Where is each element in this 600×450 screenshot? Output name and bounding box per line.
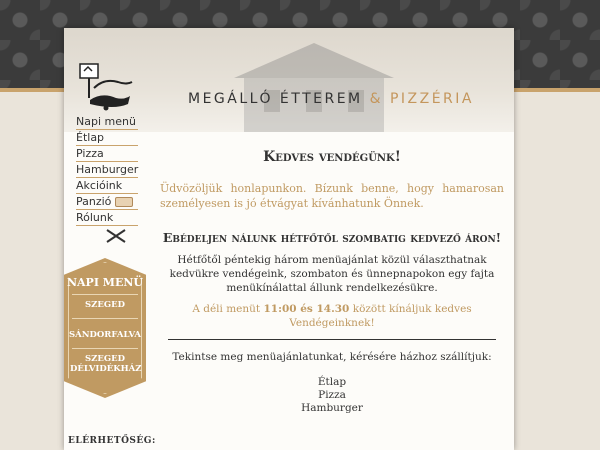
sign-divider [72,348,138,349]
nav-item-panzio[interactable]: Panzió [76,194,138,210]
nav-item-label: Pizza [76,147,104,160]
cutlery-icon [106,229,126,243]
nav-item-rolunk[interactable]: Rólunk [76,210,138,226]
welcome-title: Kedves vendégünk! [263,149,401,165]
nav-item-label: Akcióink [76,179,123,192]
offer-text: Tekintse meg menüajánlatunkat, kérésére … [172,351,492,363]
nav-item-napi-menu[interactable]: Napi menü [76,114,138,130]
main-navigation: Napi menü Étlap Pizza Hamburger Akcióink… [76,114,138,226]
daily-menu-link-sandorfalva[interactable]: SÁNDORFALVA [64,330,146,340]
sign-divider [72,318,138,319]
page-container: MEGÁLLÓ ÉTTEREM & PIZZÉRIA Napi menü Étl… [64,28,514,450]
lunch-time-info: A déli menüt 11:00 és 14.30 között kínál… [160,302,504,330]
restaurant-building-photo [234,43,394,132]
site-title-accent: & PIZZÉRIA [362,91,474,107]
welcome-text: Üdvözöljük honlapunkon. Bízunk benne, ho… [160,182,504,210]
nav-item-pizza[interactable]: Pizza [76,146,138,162]
lunch-time-value: 11:00 és 14.30 [263,303,350,315]
menu-link-list: Étlap Pizza Hamburger [160,376,504,415]
sign-divider [72,294,138,295]
main-content: Kedves vendégünk! Üdvözöljük honlapunkon… [160,146,504,415]
nav-item-akcioink[interactable]: Akcióink [76,178,138,194]
nav-item-label: Panzió [76,195,112,208]
lunch-time-prefix: A déli menüt [192,303,264,315]
nav-item-hamburger[interactable]: Hamburger [76,162,138,178]
daily-menu-link-szeged[interactable]: SZEGED [64,300,146,310]
lunch-offer-description: Hétfőtől péntekig három menüajánlat közü… [169,254,495,294]
daily-menu-title: NAPI MENÜ [66,276,144,289]
daily-menu-sign: NAPI MENÜ SZEGED SÁNDORFALVA SZEGED DÉLV… [64,258,146,398]
daily-menu-link-szeged-delvidekhaz[interactable]: SZEGED DÉLVIDÉKHÁZ [64,354,146,374]
nav-item-label: Hamburger [76,163,139,176]
site-title-main: MEGÁLLÓ ÉTTEREM [188,91,363,107]
content-divider [168,339,496,340]
menu-link-etlap[interactable]: Étlap [160,376,504,389]
nav-item-label: Rólunk [76,211,114,224]
nav-item-etlap[interactable]: Étlap [76,130,138,146]
bed-icon [115,197,134,207]
nav-item-label: Napi menü [76,115,136,128]
contact-heading: ELÉRHETŐSÉG: [68,436,156,446]
menu-link-hamburger[interactable]: Hamburger [160,402,504,415]
site-title[interactable]: MEGÁLLÓ ÉTTEREM & PIZZÉRIA [188,91,488,107]
lunch-offer-title: Ebédeljen nálunk hétfőtől szombatig kedv… [162,230,502,245]
nav-item-label: Étlap [76,131,105,144]
restaurant-logo[interactable] [74,58,138,116]
menu-link-pizza[interactable]: Pizza [160,389,504,402]
